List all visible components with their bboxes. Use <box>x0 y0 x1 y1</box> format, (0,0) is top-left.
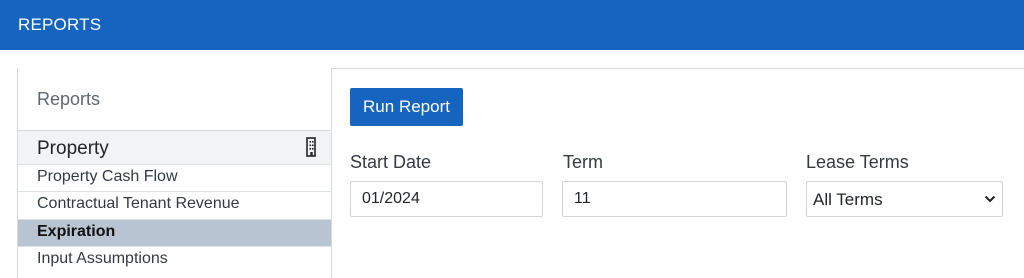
term-input[interactable]: 11 <box>562 181 787 217</box>
lease-terms-select[interactable]: All Terms <box>806 181 1003 217</box>
reports-sidebar: Reports Property Property Cash Flow Cont… <box>17 68 332 278</box>
sidebar-item-label: Contractual Tenant Revenue <box>37 195 240 212</box>
page-title: REPORTS <box>18 15 102 34</box>
lease-terms-value: All Terms <box>813 190 883 209</box>
run-report-button[interactable]: Run Report <box>350 88 463 126</box>
sidebar-item-label: Expiration <box>37 223 116 240</box>
sidebar-item-property-cash-flow[interactable]: Property Cash Flow <box>18 164 331 191</box>
sidebar-group-property[interactable]: Property <box>18 130 331 165</box>
sidebar-item-label: Input Assumptions <box>37 250 168 267</box>
start-date-label: Start Date <box>350 152 432 172</box>
top-header-bar: REPORTS <box>0 0 1024 50</box>
sidebar-item-label: Property Cash Flow <box>37 168 178 185</box>
building-icon <box>306 137 316 157</box>
sidebar-item-expiration[interactable]: Expiration <box>18 219 331 246</box>
lease-terms-label: Lease Terms <box>806 152 909 172</box>
sidebar-group-label: Property <box>37 138 109 159</box>
term-label: Term <box>563 152 603 172</box>
start-date-input[interactable]: 01/2024 <box>350 181 543 217</box>
chevron-down-icon <box>984 195 996 203</box>
sidebar-title: Reports <box>37 89 101 109</box>
sidebar-item-contractual-tenant-revenue[interactable]: Contractual Tenant Revenue <box>18 191 331 218</box>
sidebar-item-input-assumptions[interactable]: Input Assumptions <box>18 246 331 273</box>
